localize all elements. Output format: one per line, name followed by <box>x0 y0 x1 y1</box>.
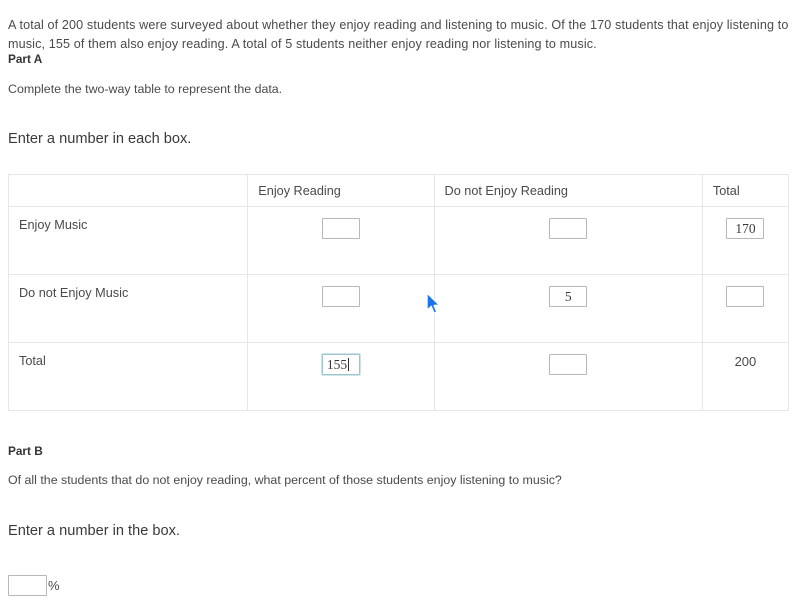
answer-input-box[interactable]: 155 <box>321 354 360 375</box>
table-cell <box>247 206 435 275</box>
answer-input-box[interactable]: 170 <box>726 218 765 239</box>
column-header-1: Enjoy Reading <box>247 174 435 207</box>
part-b-instruction: Of all the students that do not enjoy re… <box>8 473 562 487</box>
part-a-enter-prompt: Enter a number in each box. <box>8 131 192 147</box>
row-label: Do not Enjoy Music <box>7 274 249 343</box>
table-row: Enjoy Music 170 <box>7 206 790 275</box>
table-cell: 170 <box>701 206 790 275</box>
table-cell <box>433 342 703 411</box>
answer-input-box[interactable]: 5 <box>549 286 588 307</box>
part-b-enter-prompt: Enter a number in the box. <box>8 523 180 539</box>
row-label: Total <box>7 342 249 411</box>
part-b-heading: Part B <box>8 444 43 458</box>
table-cell: 5 <box>433 274 703 343</box>
part-b-percent-input[interactable] <box>8 575 47 596</box>
table-row: Do not Enjoy Music 5 <box>7 274 790 343</box>
table-cell: 155 <box>247 342 435 411</box>
answer-input-box[interactable] <box>726 286 765 307</box>
row-label: Enjoy Music <box>7 206 249 275</box>
answer-input-value: 5 <box>564 289 572 304</box>
table-cell-value: 200 <box>734 354 757 369</box>
column-header-3: Total <box>701 174 790 207</box>
column-header-2: Do not Enjoy Reading <box>433 174 703 207</box>
question-intro: A total of 200 students were surveyed ab… <box>8 17 789 51</box>
column-header-0 <box>7 174 249 207</box>
table-header-row: Enjoy Reading Do not Enjoy Reading Total <box>7 174 790 207</box>
table-cell <box>701 274 790 343</box>
answer-input-box[interactable] <box>321 218 360 239</box>
table-cell: 200 <box>701 342 790 411</box>
table-cell <box>247 274 435 343</box>
table-cell <box>433 206 703 275</box>
answer-input-value: 155 <box>326 357 348 372</box>
two-way-table: Enjoy Reading Do not Enjoy Reading Total En… <box>7 174 790 411</box>
answer-input-box[interactable] <box>549 218 588 239</box>
answer-input-box[interactable] <box>549 354 588 375</box>
question-page: A total of 200 students were surveyed ab… <box>0 0 800 606</box>
text-caret <box>348 358 350 371</box>
table-row: Total 155 200 <box>7 342 790 411</box>
part-a-instruction: Complete the two-way table to represent … <box>8 82 283 96</box>
answer-input-value: 170 <box>735 221 756 236</box>
percent-sign-label: % <box>48 578 60 593</box>
answer-input-box[interactable] <box>321 286 360 307</box>
part-a-heading: Part A <box>8 52 43 66</box>
percent-answer-row: % <box>8 575 60 596</box>
